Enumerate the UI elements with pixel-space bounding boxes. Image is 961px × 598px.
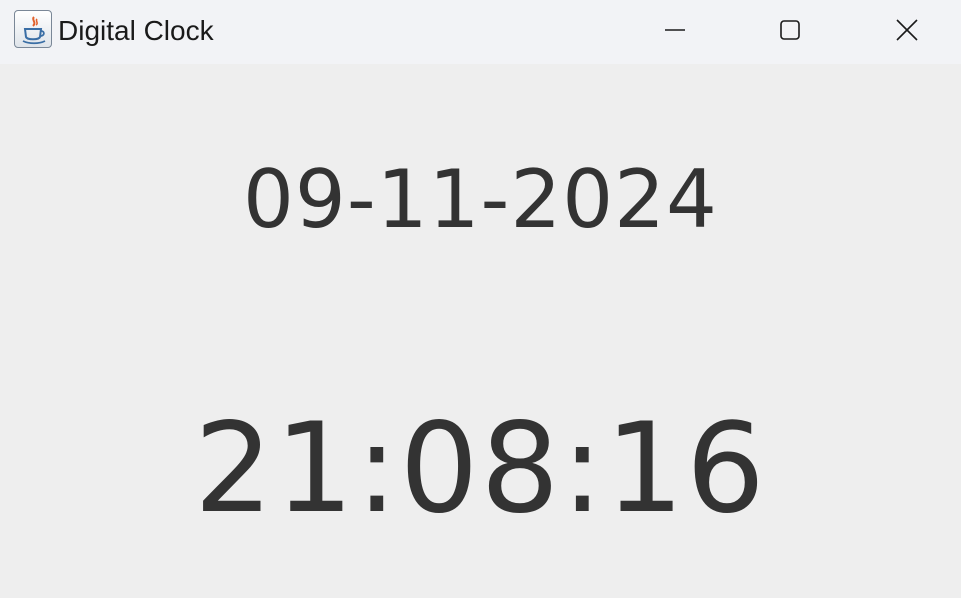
close-button[interactable] <box>849 0 961 60</box>
maximize-button[interactable] <box>732 0 848 60</box>
java-cup-icon[interactable] <box>14 10 52 48</box>
minimize-icon <box>665 29 685 31</box>
minimize-button[interactable] <box>617 0 733 60</box>
date-label: 09-11-2024 <box>243 153 718 246</box>
app-window: Digital Clock 09-11-2024 21:08:16 <box>0 0 961 598</box>
time-label: 21:08:16 <box>194 397 767 541</box>
clock-panel: 09-11-2024 21:08:16 <box>0 64 961 598</box>
close-icon <box>896 19 918 41</box>
maximize-icon <box>780 20 800 40</box>
title-bar[interactable]: Digital Clock <box>0 0 961 64</box>
window-title: Digital Clock <box>58 15 214 46</box>
